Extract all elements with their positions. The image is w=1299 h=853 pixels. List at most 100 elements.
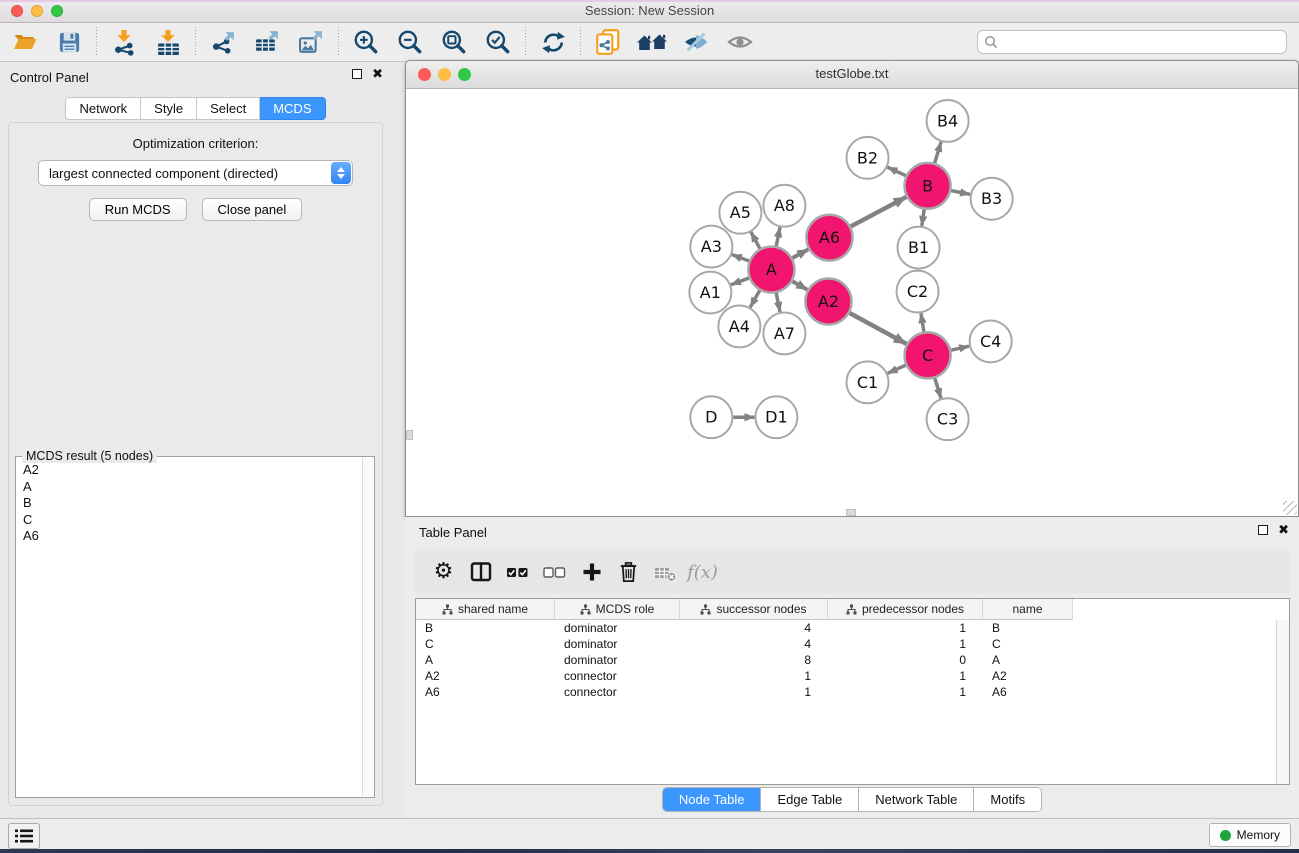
float-panel-icon[interactable] [352, 69, 362, 79]
delete-column-button[interactable] [610, 554, 647, 590]
tab-network[interactable]: Network [65, 97, 141, 120]
table-cell[interactable]: 0 [828, 653, 983, 667]
table-cell[interactable]: dominator [555, 653, 680, 667]
table-cell[interactable]: 1 [680, 669, 828, 683]
table-cell[interactable]: dominator [555, 637, 680, 651]
graph-edge[interactable] [792, 281, 807, 290]
table-cell[interactable]: A2 [983, 669, 1073, 683]
hide-selected-button[interactable] [679, 26, 713, 58]
select-all-button[interactable] [499, 554, 536, 590]
table-cell[interactable]: 4 [680, 621, 828, 635]
table-cell[interactable]: dominator [555, 621, 680, 635]
graph-edge[interactable] [851, 197, 907, 227]
graph-edge[interactable] [732, 255, 749, 261]
graph-edge[interactable] [850, 313, 907, 344]
apply-layout-button[interactable] [536, 26, 570, 58]
table-row[interactable]: Cdominator41C [416, 636, 1276, 652]
graph-edge[interactable] [935, 142, 941, 163]
column-header[interactable]: successor nodes [680, 599, 828, 620]
save-session-button[interactable] [52, 26, 86, 58]
graph-edge[interactable] [751, 232, 760, 249]
table-cell[interactable]: 8 [680, 653, 828, 667]
search-box[interactable] [977, 30, 1287, 54]
open-session-button[interactable] [8, 26, 42, 58]
table-cell[interactable]: A [983, 653, 1073, 667]
table-cell[interactable]: A6 [416, 685, 555, 699]
task-history-button[interactable] [8, 823, 40, 849]
mcds-result-item[interactable]: A [18, 479, 361, 496]
mcds-result-item[interactable]: A2 [18, 462, 361, 479]
import-table-button[interactable] [151, 26, 185, 58]
close-panel-button[interactable]: Close panel [202, 198, 303, 221]
export-network-button[interactable] [206, 26, 240, 58]
close-panel-icon[interactable]: ✖ [372, 69, 383, 79]
mcds-result-item[interactable]: A6 [18, 528, 361, 545]
mcds-result-item[interactable]: C [18, 512, 361, 529]
memory-button[interactable]: Memory [1209, 823, 1291, 847]
tab-motifs[interactable]: Motifs [973, 788, 1041, 811]
zoom-fit-button[interactable] [437, 26, 471, 58]
run-mcds-button[interactable]: Run MCDS [89, 198, 187, 221]
export-table-button[interactable] [250, 26, 284, 58]
table-cell[interactable]: A6 [983, 685, 1073, 699]
column-header[interactable]: name [983, 599, 1073, 620]
table-cell[interactable]: 1 [828, 685, 983, 699]
table-cell[interactable]: C [983, 637, 1073, 651]
table-row[interactable]: Bdominator41B [416, 620, 1276, 636]
table-cell[interactable]: 4 [680, 637, 828, 651]
search-input[interactable] [1002, 34, 1280, 50]
zoom-out-button[interactable] [393, 26, 427, 58]
table-cell[interactable]: B [416, 621, 555, 635]
tab-node-table[interactable]: Node Table [663, 788, 761, 811]
table-cell[interactable]: A2 [416, 669, 555, 683]
tab-edge-table[interactable]: Edge Table [760, 788, 858, 811]
tab-style[interactable]: Style [141, 97, 197, 120]
graph-edge[interactable] [921, 313, 924, 332]
graph-edge[interactable] [792, 249, 808, 258]
zoom-selected-button[interactable] [481, 26, 515, 58]
tab-mcds[interactable]: MCDS [260, 97, 325, 120]
delete-table-button[interactable] [647, 554, 684, 590]
table-cell[interactable]: A [416, 653, 555, 667]
graph-edge[interactable] [776, 227, 780, 246]
show-hidden-button[interactable] [723, 26, 757, 58]
column-header[interactable]: shared name [416, 599, 555, 620]
zoom-in-button[interactable] [349, 26, 383, 58]
column-header[interactable]: predecessor nodes [828, 599, 983, 620]
table-cell[interactable]: connector [555, 669, 680, 683]
graph-edge[interactable] [935, 378, 941, 398]
clone-network-button[interactable] [591, 26, 625, 58]
mcds-result-scrollbar[interactable] [362, 458, 373, 796]
graph-edge[interactable] [951, 346, 969, 350]
canvas-bottom-handle[interactable] [846, 509, 856, 516]
export-image-button[interactable] [294, 26, 328, 58]
table-cell[interactable]: C [416, 637, 555, 651]
table-row[interactable]: A6connector11A6 [416, 684, 1276, 700]
table-row[interactable]: Adominator80A [416, 652, 1276, 668]
table-cell[interactable]: 1 [828, 669, 983, 683]
column-header[interactable]: MCDS role [555, 599, 680, 620]
table-cell[interactable]: 1 [680, 685, 828, 699]
mcds-result-item[interactable]: B [18, 495, 361, 512]
float-table-panel-icon[interactable] [1258, 525, 1268, 535]
tab-select[interactable]: Select [197, 97, 260, 120]
tab-network-table[interactable]: Network Table [858, 788, 973, 811]
graph-edge[interactable] [888, 365, 906, 373]
graph-edge[interactable] [887, 167, 905, 176]
optimization-criterion-dropdown[interactable]: largest connected component (directed) [38, 160, 353, 186]
import-network-button[interactable] [107, 26, 141, 58]
graph-edge[interactable] [951, 191, 970, 195]
go-home-button[interactable] [635, 26, 669, 58]
table-cell[interactable]: 1 [828, 621, 983, 635]
graph-edge[interactable] [776, 293, 780, 312]
graph-edge[interactable] [731, 278, 749, 285]
table-cell[interactable]: connector [555, 685, 680, 699]
close-table-panel-icon[interactable]: ✖ [1278, 525, 1289, 535]
table-cell[interactable]: 1 [828, 637, 983, 651]
deselect-all-button[interactable] [536, 554, 573, 590]
column-visibility-button[interactable] [462, 554, 499, 590]
table-cell[interactable]: B [983, 621, 1073, 635]
network-canvas[interactable]: B4B2BB3A8A5A6A3B1AA1C2A2A4A7C4CC1C3DD1 [406, 89, 1298, 516]
add-column-button[interactable] [573, 554, 610, 590]
network-window-titlebar[interactable]: testGlobe.txt [406, 61, 1298, 89]
